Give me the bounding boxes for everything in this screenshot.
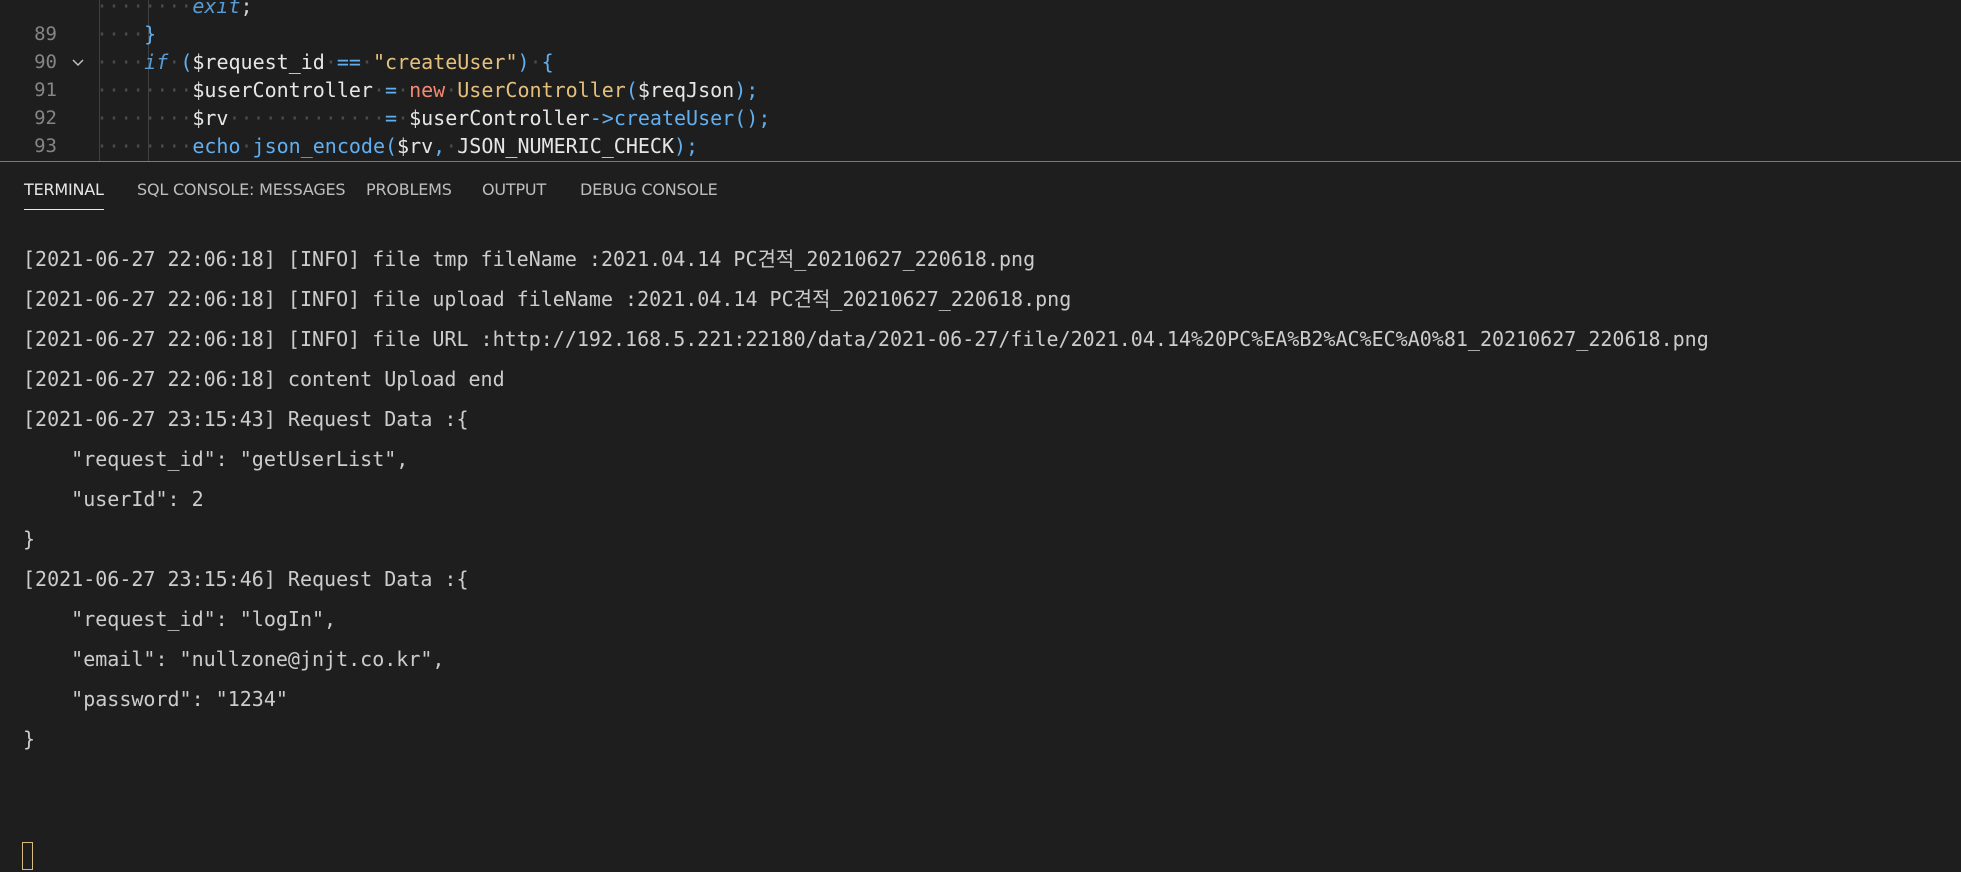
terminal-line: "userId": 2 xyxy=(23,487,204,511)
code-text: ····if·($request_id·==·"createUser")·{ xyxy=(96,50,554,74)
terminal-cursor xyxy=(22,842,33,870)
code-line-94[interactable]: 94 ········echo·json_encode($rv,·JSON_NU… xyxy=(0,132,1961,160)
terminal-line: } xyxy=(23,727,36,751)
terminal-line: "request_id": "getUserList", xyxy=(23,447,409,471)
terminal-line: "email": "nullzone@jnjt.co.kr", xyxy=(23,647,445,671)
tab-sql-console-messages[interactable]: SQL CONSOLE: MESSAGES xyxy=(137,162,346,214)
terminal-line: "password": "1234" xyxy=(23,687,288,711)
terminal-line: [2021-06-27 22:06:18] content Upload end xyxy=(23,367,505,391)
tab-terminal[interactable]: TERMINAL xyxy=(24,162,104,214)
panel-tab-bar: TERMINAL SQL CONSOLE: MESSAGES PROBLEMS … xyxy=(0,162,1961,214)
terminal-line: [2021-06-27 22:06:18] [INFO] file URL :h… xyxy=(23,327,1709,351)
terminal-line: [2021-06-27 23:15:46] Request Data :{ xyxy=(23,567,469,591)
code-text: ········exit; xyxy=(96,0,253,18)
code-line-91[interactable]: 91 ····if·($request_id·==·"createUser")·… xyxy=(0,48,1961,101)
terminal-line: "request_id": "logIn", xyxy=(23,607,337,631)
terminal-line: [2021-06-27 23:15:43] Request Data :{ xyxy=(23,407,469,431)
code-text: ········echo·json_encode($rv,·JSON_NUMER… xyxy=(96,134,699,158)
terminal-line: [2021-06-27 22:06:18] [INFO] file upload… xyxy=(23,287,1072,311)
tab-debug-console[interactable]: DEBUG CONSOLE xyxy=(580,162,718,214)
bottom-panel: TERMINAL SQL CONSOLE: MESSAGES PROBLEMS … xyxy=(0,161,1961,872)
tab-problems[interactable]: PROBLEMS xyxy=(366,162,452,214)
tab-output[interactable]: OUTPUT xyxy=(482,162,546,214)
terminal-line: } xyxy=(23,527,36,551)
code-line-90[interactable]: 90 ····} xyxy=(0,20,1961,73)
code-text: ····} xyxy=(96,22,157,46)
code-line-92[interactable]: 92 ········$userController·=·new·UserCon… xyxy=(0,76,1961,129)
terminal-output[interactable]: [2021-06-27 22:06:18] [INFO] file tmp fi… xyxy=(0,214,1961,872)
code-line-89[interactable]: 89 ········exit; xyxy=(0,0,1961,45)
code-text: ········$rv·············=·$userControlle… xyxy=(96,106,771,130)
code-editor[interactable]: 89 ········exit; 90 ····} 91 ····if·($re… xyxy=(0,0,1961,161)
code-line-93[interactable]: 93 ········$rv·············=·$userContro… xyxy=(0,104,1961,157)
code-text: ········$userController·=·new·UserContro… xyxy=(96,78,759,102)
chevron-down-icon[interactable] xyxy=(70,54,86,70)
terminal-line: [2021-06-27 22:06:18] [INFO] file tmp fi… xyxy=(23,247,1036,271)
